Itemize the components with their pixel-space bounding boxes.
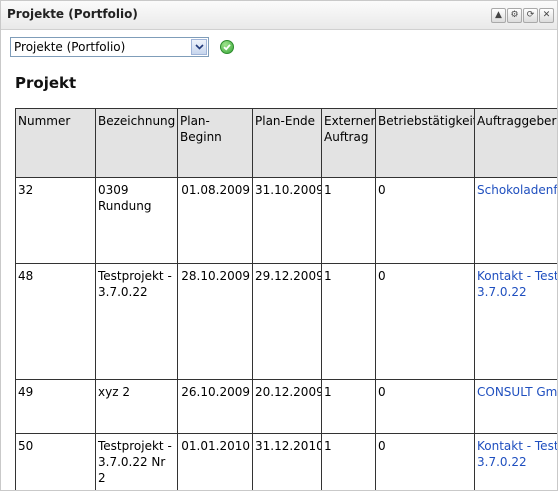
auftraggeber-link[interactable]: Kontakt - Test 3.7.0.22 (477, 269, 557, 299)
cell-bezeichnung: 0309 Rundung (95, 177, 178, 264)
project-table-wrap: Nummer Bezeichnung Plan-Beginn Plan-Ende… (15, 108, 557, 490)
table-row: 49 xyz 2 26.10.2009 20.12.2009 1 0 CONSU… (15, 379, 557, 434)
cell-externer-auftrag: 1 (321, 177, 376, 264)
cell-externer-auftrag: 1 (321, 433, 376, 490)
cell-plan-beginn: 26.10.2009 (177, 379, 253, 434)
cell-bezeichnung: xyz 2 (95, 379, 178, 434)
chevron-down-icon (194, 44, 204, 50)
project-table: Nummer Bezeichnung Plan-Beginn Plan-Ende… (15, 108, 557, 490)
column-header-nummer[interactable]: Nummer (15, 108, 96, 178)
cell-betriebstaetigkeit: 0 (375, 177, 475, 264)
settings-button[interactable]: ⚙ (507, 8, 522, 23)
cell-plan-beginn: 01.01.2010 (177, 433, 253, 490)
column-header-auftraggeber[interactable]: Auftraggeber (474, 108, 557, 178)
table-header-row: Nummer Bezeichnung Plan-Beginn Plan-Ende… (15, 108, 557, 178)
portfolio-select[interactable]: Projekte (Portfolio) (10, 37, 209, 57)
column-header-bezeichnung[interactable]: Bezeichnung (95, 108, 178, 178)
auftraggeber-link[interactable]: Kontakt - Test 3.7.0.22 (477, 439, 557, 469)
cell-plan-ende: 29.12.2009 (252, 263, 322, 380)
cell-auftraggeber: Schokoladenfa (474, 177, 557, 264)
cell-plan-beginn: 28.10.2009 (177, 263, 253, 380)
close-icon: ✕ (542, 10, 551, 20)
section-heading: Projekt (15, 74, 77, 92)
portlet-title: Projekte (Portfolio) (7, 7, 138, 21)
cell-plan-beginn: 01.08.2009 (177, 177, 253, 264)
cell-auftraggeber: CONSULT Gm (474, 379, 557, 434)
portlet-titlebar: Projekte (Portfolio) ▲ ⚙ ⟳ ✕ (1, 1, 557, 30)
refresh-button[interactable]: ⟳ (523, 8, 538, 23)
cell-nummer: 50 (15, 433, 96, 490)
table-row: 48 Testprojekt - 3.7.0.22 28.10.2009 29.… (15, 263, 557, 380)
table-row: 32 0309 Rundung 01.08.2009 31.10.2009 1 … (15, 177, 557, 264)
refresh-icon: ⟳ (526, 10, 535, 20)
cell-betriebstaetigkeit: 0 (375, 433, 475, 490)
portfolio-select-value: Projekte (Portfolio) (14, 40, 126, 54)
cell-plan-ende: 31.12.2010 (252, 433, 322, 490)
cell-auftraggeber: Kontakt - Test 3.7.0.22 (474, 263, 557, 380)
cell-bezeichnung: Testprojekt - 3.7.0.22 (95, 263, 178, 380)
minimize-icon: ▲ (495, 10, 502, 20)
column-header-plan-beginn[interactable]: Plan-Beginn (177, 108, 253, 178)
cell-plan-ende: 20.12.2009 (252, 379, 322, 434)
cell-auftraggeber: Kontakt - Test 3.7.0.22 (474, 433, 557, 490)
portlet-panel: Projekte (Portfolio) ▲ ⚙ ⟳ ✕ Projekte (P… (0, 0, 558, 491)
close-button[interactable]: ✕ (539, 8, 554, 23)
column-header-plan-ende[interactable]: Plan-Ende (252, 108, 322, 178)
cell-betriebstaetigkeit: 0 (375, 263, 475, 380)
cell-bezeichnung: Testprojekt - 3.7.0.22 Nr 2 (95, 433, 178, 490)
cell-externer-auftrag: 1 (321, 379, 376, 434)
cell-nummer: 32 (15, 177, 96, 264)
dropdown-button[interactable] (191, 39, 207, 55)
auftraggeber-link[interactable]: CONSULT Gm (477, 385, 557, 399)
cell-nummer: 49 (15, 379, 96, 434)
checkmark-ok-icon[interactable] (220, 40, 234, 54)
minimize-button[interactable]: ▲ (491, 8, 506, 23)
cell-betriebstaetigkeit: 0 (375, 379, 475, 434)
cell-nummer: 48 (15, 263, 96, 380)
auftraggeber-link[interactable]: Schokoladenfa (477, 183, 557, 197)
settings-icon: ⚙ (510, 10, 519, 20)
cell-externer-auftrag: 1 (321, 263, 376, 380)
table-row: 50 Testprojekt - 3.7.0.22 Nr 2 01.01.201… (15, 433, 557, 490)
column-header-betriebstaetigkeit[interactable]: Betriebstätigkeit (375, 108, 475, 178)
column-header-externer-auftrag[interactable]: Externer Auftrag (321, 108, 376, 178)
cell-plan-ende: 31.10.2009 (252, 177, 322, 264)
